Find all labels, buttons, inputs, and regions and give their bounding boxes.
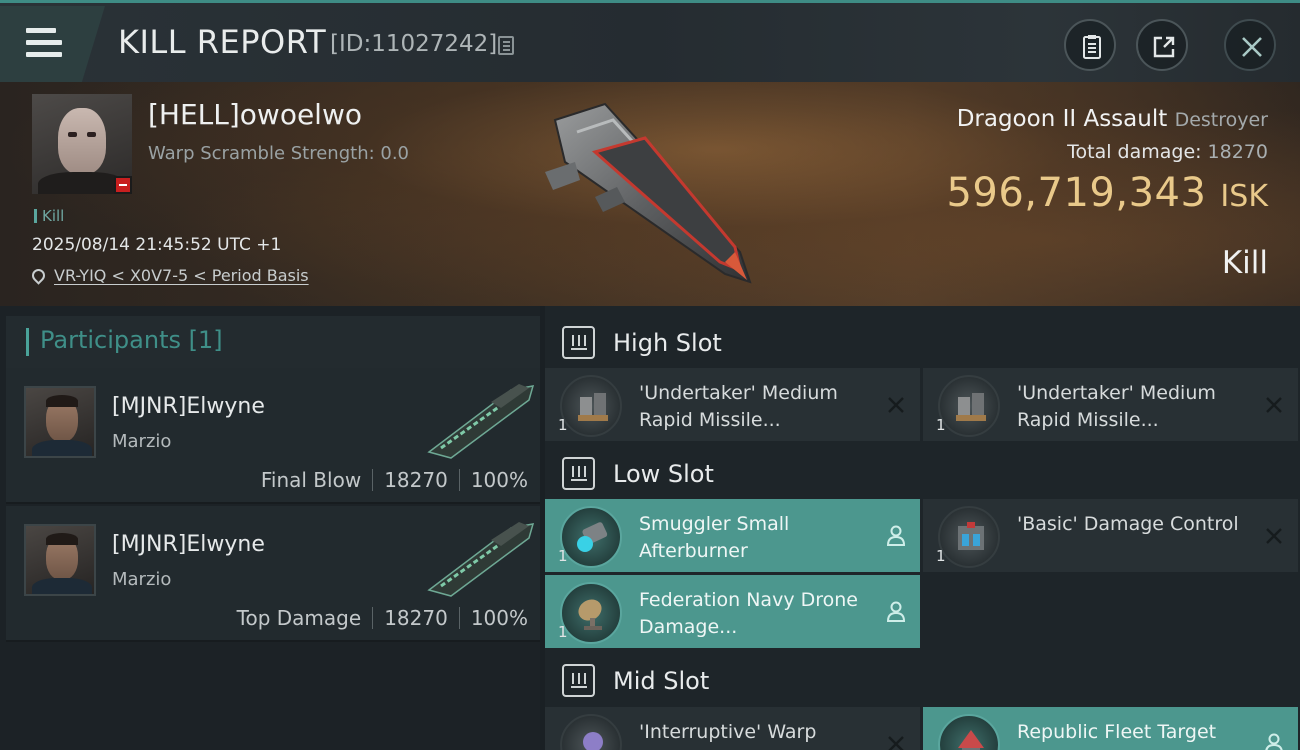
total-damage-value: 18270 bbox=[1207, 141, 1268, 163]
warp-disruptor-icon bbox=[560, 714, 622, 750]
ship-name-text: Dragoon II Assault bbox=[956, 106, 1168, 132]
participant-damage: 18270 bbox=[384, 606, 448, 630]
participant-name: [MJNR]Elwyne bbox=[112, 532, 265, 557]
participant-role: Top Damage bbox=[236, 606, 362, 630]
high-slot-header: High Slot bbox=[545, 311, 1300, 373]
victim-ship-name[interactable]: Dragoon II Assault Destroyer bbox=[957, 106, 1268, 132]
share-button[interactable] bbox=[1136, 19, 1188, 71]
dropped-person-icon bbox=[1265, 733, 1283, 750]
menu-button[interactable] bbox=[0, 6, 105, 82]
high-slot-title: High Slot bbox=[613, 329, 722, 357]
destroyed-x-icon bbox=[888, 736, 904, 750]
kill-tag: Kill bbox=[34, 207, 64, 225]
report-id: [ID:11027242] bbox=[330, 31, 498, 57]
ship-class-text: Destroyer bbox=[1174, 109, 1268, 131]
module-name: 'Basic' Damage Control bbox=[1017, 513, 1239, 535]
participant-avatar[interactable] bbox=[24, 386, 96, 458]
minus-badge-icon bbox=[114, 176, 132, 194]
participant-stats: Top Damage 18270 100% bbox=[237, 606, 528, 630]
participant-ship-image bbox=[427, 522, 535, 597]
drone-damage-icon bbox=[560, 582, 622, 644]
mid-slot-title: Mid Slot bbox=[613, 667, 710, 695]
clipboard-button[interactable] bbox=[1064, 19, 1116, 71]
dropped-person-icon bbox=[886, 601, 906, 622]
warp-scramble-strength: Warp Scramble Strength: 0.0 bbox=[148, 143, 410, 164]
low-slot-icon bbox=[562, 457, 595, 490]
close-button[interactable] bbox=[1224, 19, 1276, 71]
destroyed-x-icon bbox=[1266, 397, 1282, 413]
copy-icon[interactable] bbox=[498, 36, 514, 55]
participant-name: [MJNR]Elwyne bbox=[112, 394, 265, 419]
clipboard-icon bbox=[1083, 35, 1101, 59]
module-card[interactable]: 1 'Undertaker' Medium Rapid Missile... bbox=[923, 368, 1298, 441]
target-painter-icon bbox=[938, 714, 1000, 750]
damage-control-icon bbox=[938, 506, 1000, 568]
total-damage: Total damage: 18270 bbox=[1067, 141, 1268, 163]
module-name: 'Interruptive' Warp bbox=[639, 721, 817, 743]
participant-damage: 18270 bbox=[384, 468, 448, 492]
module-name: Republic Fleet Target bbox=[1017, 721, 1217, 743]
page-title: KILL REPORT bbox=[118, 23, 327, 61]
participant-percent: 100% bbox=[470, 468, 528, 492]
high-slot-icon bbox=[562, 326, 595, 359]
low-slot-header: Low Slot bbox=[545, 442, 1300, 504]
module-qty: 1 bbox=[558, 623, 568, 641]
afterburner-icon bbox=[560, 506, 622, 568]
kill-location[interactable]: VR-YIQ < X0V7-5 < Period Basis bbox=[29, 266, 309, 285]
dropped-person-icon bbox=[886, 525, 906, 546]
participants-header-label: Participants [1] bbox=[40, 326, 223, 354]
participant-role: Final Blow bbox=[260, 468, 362, 492]
share-icon bbox=[1153, 36, 1175, 58]
participant-row[interactable]: [MJNR]Elwyne Marzio Top Damage 18270 100% bbox=[6, 506, 540, 642]
participant-ship: Marzio bbox=[112, 569, 172, 590]
mid-slot-header: Mid Slot bbox=[545, 649, 1300, 711]
launcher-icon bbox=[560, 375, 622, 437]
hamburger-icon bbox=[26, 28, 62, 64]
participant-row[interactable]: [MJNR]Elwyne Marzio Final Blow 18270 100% bbox=[6, 368, 540, 504]
participant-percent: 100% bbox=[470, 606, 528, 630]
module-qty: 1 bbox=[936, 547, 946, 565]
close-icon bbox=[1242, 37, 1262, 57]
module-card[interactable]: 1 'Undertaker' Medium Rapid Missile... bbox=[545, 368, 920, 441]
module-name: Smuggler Small Afterburner bbox=[639, 513, 790, 562]
mid-slot-icon bbox=[562, 664, 595, 697]
module-card[interactable]: 1 Smuggler Small Afterburner bbox=[545, 499, 920, 572]
isk-value-row: 596,719,343 ISK bbox=[946, 170, 1268, 216]
participants-header[interactable]: Participants [1] bbox=[6, 316, 540, 368]
launcher-icon bbox=[938, 375, 1000, 437]
location-pin-icon bbox=[29, 266, 48, 285]
module-qty: 1 bbox=[558, 547, 568, 565]
module-name: 'Undertaker' Medium Rapid Missile... bbox=[1017, 382, 1216, 431]
isk-value: 596,719,343 bbox=[946, 170, 1207, 216]
fitting-panel: High Slot 1 'Undertaker' Medium Rapid Mi… bbox=[545, 306, 1300, 750]
victim-avatar[interactable] bbox=[32, 94, 132, 194]
module-name: Federation Navy Drone Damage... bbox=[639, 589, 858, 638]
header-bar: KILL REPORT [ID:11027242] bbox=[0, 0, 1300, 82]
destroyed-x-icon bbox=[888, 397, 904, 413]
location-link[interactable]: VR-YIQ < X0V7-5 < Period Basis bbox=[54, 266, 309, 285]
module-card[interactable]: 1 'Basic' Damage Control bbox=[923, 499, 1298, 572]
low-slot-title: Low Slot bbox=[613, 460, 714, 488]
participant-stats: Final Blow 18270 100% bbox=[261, 468, 528, 492]
module-card[interactable]: 'Interruptive' Warp bbox=[545, 707, 920, 750]
participant-ship-image bbox=[427, 384, 535, 459]
module-name: 'Undertaker' Medium Rapid Missile... bbox=[639, 382, 838, 431]
module-qty: 1 bbox=[558, 416, 568, 434]
victim-name[interactable]: [HELL]owoelwo bbox=[148, 98, 362, 131]
destroyed-x-icon bbox=[1266, 528, 1282, 544]
isk-unit: ISK bbox=[1220, 179, 1268, 214]
module-card[interactable]: 1 Federation Navy Drone Damage... bbox=[545, 575, 920, 648]
kill-datetime: 2025/08/14 21:45:52 UTC +1 bbox=[32, 235, 282, 255]
module-card[interactable]: Republic Fleet Target bbox=[923, 707, 1298, 750]
participant-avatar[interactable] bbox=[24, 524, 96, 596]
participant-ship: Marzio bbox=[112, 431, 172, 452]
total-damage-label: Total damage: bbox=[1067, 141, 1202, 163]
kill-result: Kill bbox=[1221, 245, 1268, 281]
module-qty: 1 bbox=[936, 416, 946, 434]
participants-panel: Participants [1] [MJNR]Elwyne Marzio Fin… bbox=[0, 306, 540, 750]
victim-ship-image bbox=[545, 102, 752, 284]
